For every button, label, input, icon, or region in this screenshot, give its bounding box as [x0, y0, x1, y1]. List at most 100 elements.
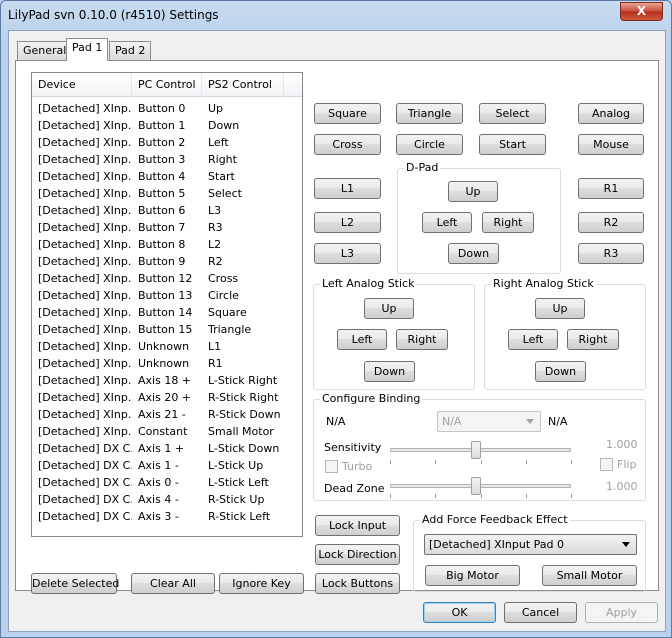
tab-pad-1[interactable]: Pad 1 [66, 38, 109, 61]
table-row[interactable]: [Detached] XInp... Button 5 Select [32, 185, 302, 202]
dpad-up-button[interactable]: Up [448, 181, 498, 202]
select-button[interactable]: Select [479, 103, 546, 124]
start-button[interactable]: Start [479, 134, 546, 155]
lock-direction-button[interactable]: Lock Direction [315, 544, 400, 565]
lock-input-button[interactable]: Lock Input [315, 515, 400, 536]
column-device[interactable]: Device [32, 73, 132, 97]
table-row[interactable]: [Detached] XInp... Constant Small Motor [32, 423, 302, 440]
table-row[interactable]: [Detached] XInp... Button 7 R3 [32, 219, 302, 236]
left-stick-up-button[interactable]: Up [364, 298, 414, 319]
clear-all-button[interactable]: Clear All [131, 573, 215, 594]
ignore-key-button[interactable]: Ignore Key [219, 573, 304, 594]
right-stick-left-button[interactable]: Left [508, 329, 558, 350]
pc-control-cell: Button 9 [138, 255, 186, 268]
device-cell: [Detached] XInp... [38, 255, 132, 268]
table-row[interactable]: [Detached] DX C... Axis 1 - L-Stick Up [32, 457, 302, 474]
column-pc-control[interactable]: PC Control [132, 73, 202, 97]
bindings-list[interactable]: Device PC Control PS2 Control [Detached]… [31, 72, 303, 537]
device-cell: [Detached] XInp... [38, 221, 132, 234]
table-row[interactable]: [Detached] XInp... Axis 18 + L-Stick Right [32, 372, 302, 389]
table-row[interactable]: [Detached] XInp... Unknown R1 [32, 355, 302, 372]
triangle-button[interactable]: Triangle [396, 103, 463, 124]
pc-control-cell: Button 14 [138, 306, 193, 319]
r3-button[interactable]: R3 [578, 243, 644, 264]
delete-selected-button[interactable]: Delete Selected [31, 573, 119, 594]
flip-label: Flip [617, 458, 637, 471]
cancel-button[interactable]: Cancel [504, 602, 577, 623]
table-row[interactable]: [Detached] XInp... Button 2 Left [32, 134, 302, 151]
table-row[interactable]: [Detached] XInp... Axis 21 - R-Stick Down [32, 406, 302, 423]
dpad-right-button[interactable]: Right [482, 212, 534, 233]
left-stick-left-button[interactable]: Left [337, 329, 387, 350]
table-row[interactable]: [Detached] DX C... Axis 0 - L-Stick Left [32, 474, 302, 491]
right-stick-up-button[interactable]: Up [535, 298, 585, 319]
table-row[interactable]: [Detached] DX C... Axis 4 - R-Stick Up [32, 491, 302, 508]
table-row[interactable]: [Detached] XInp... Unknown L1 [32, 338, 302, 355]
sensitivity-label: Sensitivity [324, 441, 382, 454]
flip-checkbox[interactable] [600, 458, 613, 471]
r1-button[interactable]: R1 [578, 178, 644, 199]
dpad-group: D-Pad Up Left Right Down [397, 161, 561, 274]
apply-button[interactable]: Apply [585, 602, 658, 623]
square-button[interactable]: Square [314, 103, 381, 124]
force-feedback-device-combo[interactable]: [Detached] XInput Pad 0 [424, 534, 637, 555]
configure-binding-label: Configure Binding [320, 392, 423, 406]
l3-button[interactable]: L3 [314, 243, 381, 264]
table-row[interactable]: [Detached] XInp... Button 8 L2 [32, 236, 302, 253]
table-row[interactable]: [Detached] XInp... Button 15 Triangle [32, 321, 302, 338]
left-stick-down-button[interactable]: Down [364, 361, 415, 382]
big-motor-button[interactable]: Big Motor [425, 565, 520, 586]
turbo-checkbox[interactable] [325, 460, 338, 473]
table-row[interactable]: [Detached] XInp... Axis 20 + R-Stick Right [32, 389, 302, 406]
sensitivity-slider[interactable] [471, 441, 481, 459]
device-cell: [Detached] XInp... [38, 323, 132, 336]
table-row[interactable]: [Detached] XInp... Button 6 L3 [32, 202, 302, 219]
mouse-button[interactable]: Mouse [578, 134, 644, 155]
lock-buttons-button[interactable]: Lock Buttons [315, 573, 400, 594]
close-button[interactable]: X [620, 2, 663, 21]
pc-control-cell: Button 4 [138, 170, 186, 183]
device-cell: [Detached] XInp... [38, 391, 132, 404]
analog-button[interactable]: Analog [578, 103, 644, 124]
right-stick-right-button[interactable]: Right [567, 329, 619, 350]
table-row[interactable]: [Detached] DX C... Axis 1 + L-Stick Down [32, 440, 302, 457]
table-row[interactable]: [Detached] XInp... Button 13 Circle [32, 287, 302, 304]
table-row[interactable]: [Detached] XInp... Button 9 R2 [32, 253, 302, 270]
slider-tick [526, 460, 527, 464]
table-row[interactable]: [Detached] XInp... Button 3 Right [32, 151, 302, 168]
dpad-down-button[interactable]: Down [448, 243, 499, 264]
device-cell: [Detached] XInp... [38, 272, 132, 285]
cross-button[interactable]: Cross [314, 134, 381, 155]
circle-button[interactable]: Circle [396, 134, 463, 155]
small-motor-button[interactable]: Small Motor [542, 565, 637, 586]
device-cell: [Detached] XInp... [38, 153, 132, 166]
r2-button[interactable]: R2 [578, 212, 644, 233]
tab-pad-2[interactable]: Pad 2 [109, 41, 152, 60]
right-stick-group: Right Analog Stick Up Left Right Down [484, 277, 646, 390]
ok-button[interactable]: OK [423, 602, 496, 623]
column-ps2-control[interactable]: PS2 Control [202, 73, 284, 97]
binding-combo-value: N/A [442, 415, 462, 428]
left-stick-right-button[interactable]: Right [396, 329, 448, 350]
chevron-down-icon [526, 419, 534, 424]
table-row[interactable]: [Detached] XInp... Button 14 Square [32, 304, 302, 321]
slider-tick [390, 494, 391, 498]
table-row[interactable]: [Detached] XInp... Button 1 Down [32, 117, 302, 134]
l2-button[interactable]: L2 [314, 212, 381, 233]
device-cell: [Detached] XInp... [38, 102, 132, 115]
dpad-left-button[interactable]: Left [422, 212, 472, 233]
table-row[interactable]: [Detached] DX C... Axis 3 - R-Stick Left [32, 508, 302, 525]
table-row[interactable]: [Detached] XInp... Button 0 Up [32, 100, 302, 117]
pc-control-cell: Button 8 [138, 238, 186, 251]
table-row[interactable]: [Detached] XInp... Button 4 Start [32, 168, 302, 185]
tab-general[interactable]: General [17, 41, 73, 60]
pad-1-panel: Device PC Control PS2 Control [Detached]… [15, 60, 659, 594]
l1-button[interactable]: L1 [314, 178, 381, 199]
dead-zone-slider[interactable] [471, 477, 481, 495]
table-row[interactable]: [Detached] XInp... Button 12 Cross [32, 270, 302, 287]
right-stick-down-button[interactable]: Down [535, 361, 586, 382]
device-cell: [Detached] XInp... [38, 374, 132, 387]
device-cell: [Detached] XInp... [38, 136, 132, 149]
turbo-label: Turbo [342, 460, 373, 473]
bindings-list-header: Device PC Control PS2 Control [32, 73, 302, 97]
